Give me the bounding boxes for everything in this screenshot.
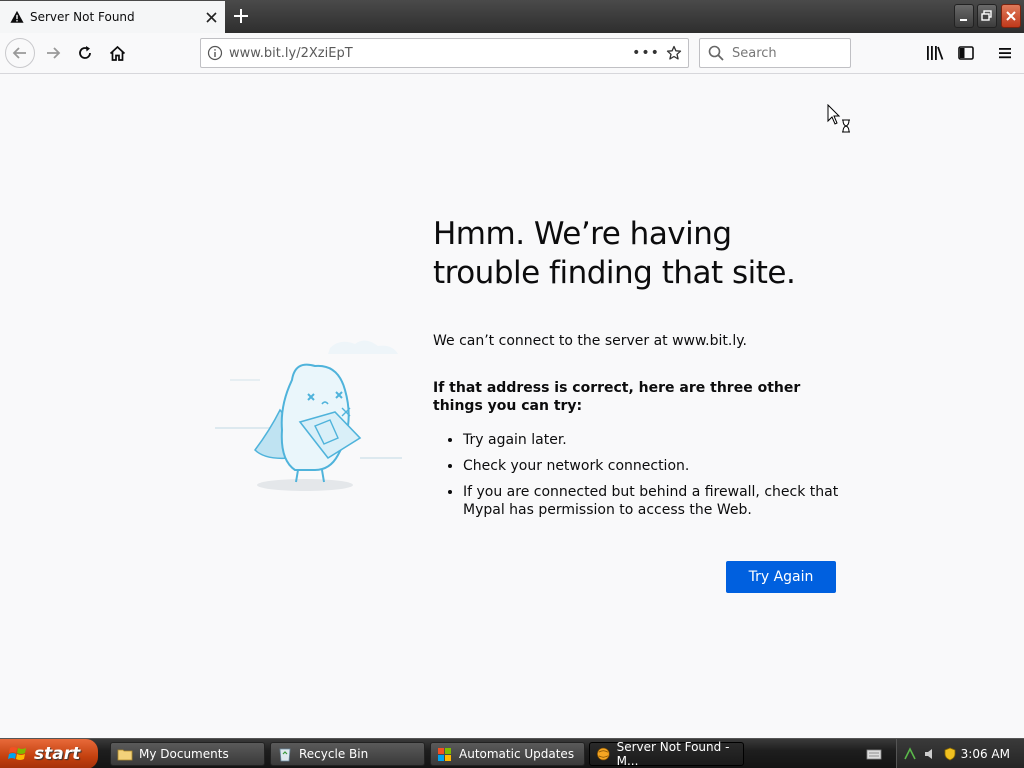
menu-button[interactable] <box>990 39 1020 67</box>
url-text[interactable]: www.bit.ly/2XziEpT <box>229 46 632 61</box>
recycle-bin-icon <box>279 748 291 762</box>
new-tab-button[interactable] <box>228 3 254 29</box>
network-icon[interactable] <box>903 747 917 761</box>
error-illustration <box>215 340 402 491</box>
windows-logo-icon <box>8 747 26 760</box>
warning-icon <box>10 10 24 23</box>
back-button[interactable] <box>5 38 35 68</box>
plus-icon <box>234 9 248 23</box>
error-content: Hmm. We’re having trouble finding that s… <box>433 215 843 527</box>
taskbar-item-label: Automatic Updates <box>459 747 575 761</box>
system-tray: 3:06 AM <box>896 739 1024 768</box>
error-heading: Hmm. We’re having trouble finding that s… <box>433 216 796 291</box>
browser-icon <box>597 747 610 761</box>
library-button[interactable] <box>920 39 950 67</box>
tab-close-icon[interactable] <box>197 3 225 31</box>
taskbar-item-server-not-found[interactable]: Server Not Found - M... <box>589 740 744 768</box>
try-again-button[interactable]: Try Again <box>726 561 836 593</box>
sidebar-button[interactable] <box>951 39 981 67</box>
taskbar-item-recycle-bin[interactable]: Recycle Bin <box>270 742 425 766</box>
forward-button[interactable] <box>38 39 68 67</box>
taskbar: start My Documents Recycle Bin Automatic… <box>0 738 1024 768</box>
suggestions-title: If that address is correct, here are thr… <box>433 380 801 414</box>
url-bar[interactable]: www.bit.ly/2XziEpT ••• <box>200 38 689 68</box>
minimize-button[interactable] <box>954 4 974 28</box>
restore-button[interactable] <box>977 4 997 28</box>
start-label: start <box>34 744 81 764</box>
taskbar-item-label: My Documents <box>139 747 229 761</box>
list-item: Try again later. <box>463 431 843 449</box>
keyboard-icon[interactable] <box>866 747 882 761</box>
list-item: If you are connected but behind a firewa… <box>463 483 843 519</box>
folder-icon <box>117 749 133 761</box>
security-shield-icon[interactable] <box>943 747 957 761</box>
taskbar-item-automatic-updates[interactable]: Automatic Updates <box>430 742 585 766</box>
error-description: We can’t connect to the server at www.bi… <box>433 333 747 349</box>
search-input[interactable] <box>732 45 842 61</box>
reload-icon <box>79 46 91 59</box>
suggestions-list: Try again later. Check your network conn… <box>433 431 843 519</box>
info-icon[interactable] <box>201 45 229 61</box>
busy-cursor-icon <box>827 104 850 133</box>
taskbar-item-label: Server Not Found - M... <box>616 740 730 768</box>
list-item: Check your network connection. <box>463 457 843 475</box>
sidebar-icon <box>958 46 974 60</box>
minimize-icon <box>960 19 967 21</box>
search-icon <box>708 45 724 61</box>
clock[interactable]: 3:06 AM <box>961 747 1010 761</box>
navigation-toolbar: www.bit.ly/2XziEpT ••• <box>0 33 1024 74</box>
hamburger-menu-icon <box>999 48 1011 59</box>
library-icon <box>927 46 944 60</box>
forward-arrow-icon <box>47 47 61 59</box>
taskbar-item-label: Recycle Bin <box>299 747 369 761</box>
close-icon <box>1006 11 1016 21</box>
tab-server-not-found[interactable]: Server Not Found <box>0 1 225 33</box>
page-actions-icon[interactable]: ••• <box>632 45 660 61</box>
restore-icon <box>981 10 992 21</box>
search-bar[interactable] <box>699 38 851 68</box>
home-icon <box>109 45 125 61</box>
close-window-button[interactable] <box>1001 4 1021 28</box>
bookmark-star-icon[interactable] <box>660 45 688 61</box>
tab-strip: Server Not Found <box>0 0 1024 33</box>
home-button[interactable] <box>102 39 132 67</box>
windows-update-icon <box>438 748 451 761</box>
taskbar-item-my-documents[interactable]: My Documents <box>110 742 265 766</box>
back-arrow-icon <box>12 47 26 59</box>
start-button[interactable]: start <box>0 739 98 768</box>
volume-icon[interactable] <box>923 747 937 761</box>
tab-title: Server Not Found <box>30 10 135 24</box>
reload-button[interactable] <box>70 39 100 67</box>
